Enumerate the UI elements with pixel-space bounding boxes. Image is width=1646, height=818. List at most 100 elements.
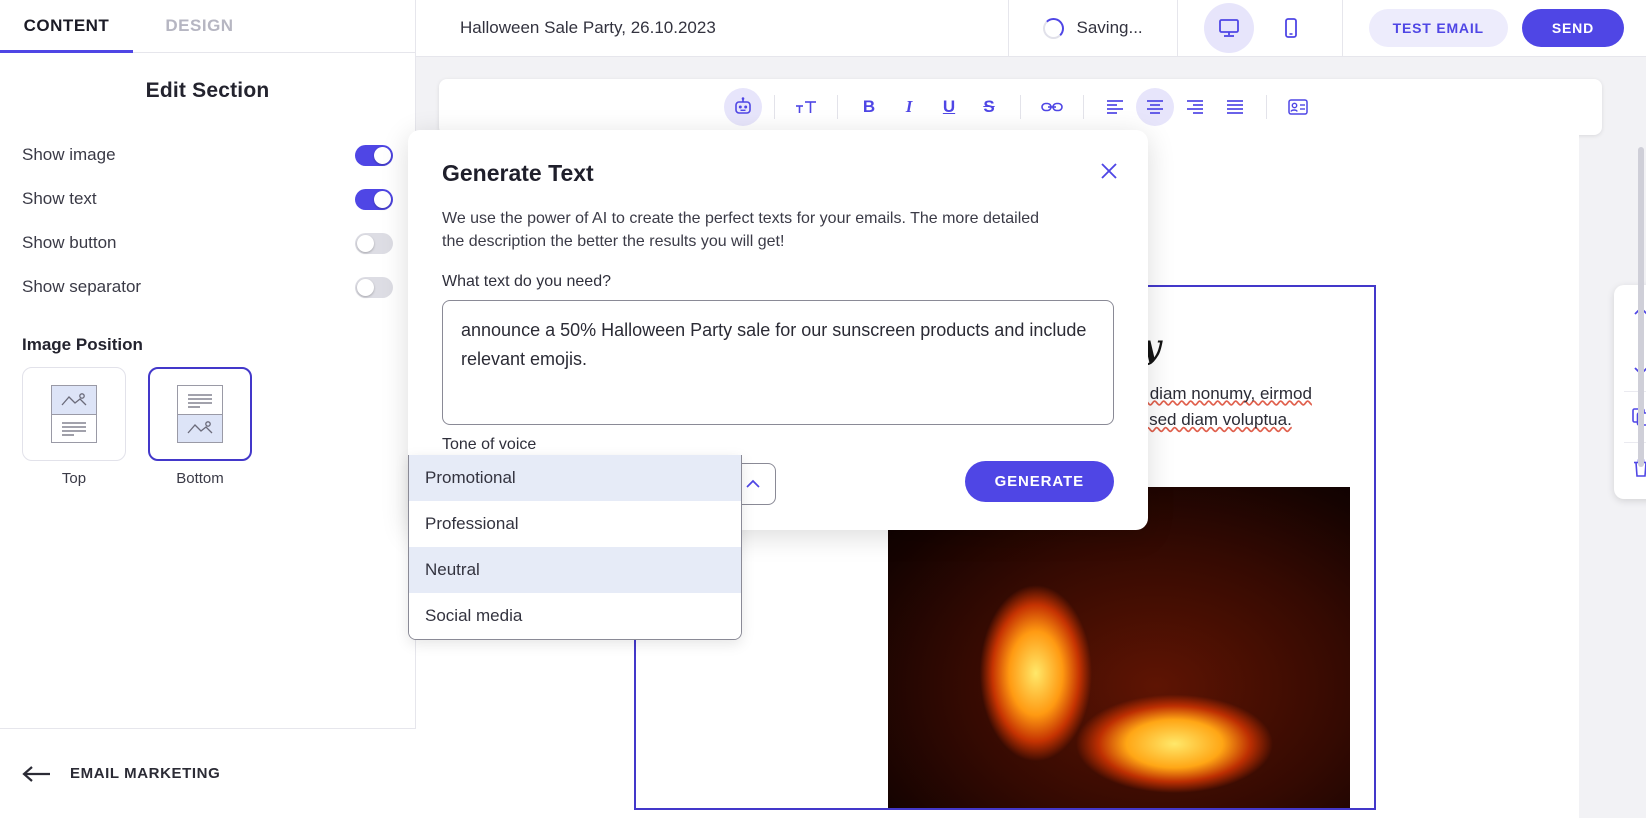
image-position-bottom-button[interactable] <box>148 367 252 461</box>
align-justify-button[interactable] <box>1216 88 1254 126</box>
toggle-row-show-image: Show image <box>22 133 393 177</box>
halloween-pumpkin-image[interactable] <box>888 487 1350 808</box>
subject-field[interactable]: Halloween Sale Party, 26.10.2023 <box>416 0 1008 56</box>
section-toggles: Show image Show text Show button Show se… <box>0 113 415 309</box>
toggle-label-show-text: Show text <box>22 189 97 208</box>
align-justify-icon <box>1227 100 1243 114</box>
image-position-title: Image Position <box>22 335 143 354</box>
align-right-icon <box>1187 100 1203 114</box>
image-position-top-button[interactable] <box>22 367 126 461</box>
align-left-icon <box>1107 100 1123 114</box>
link-icon <box>1041 102 1063 112</box>
tab-design[interactable]: DESIGN <box>133 0 266 52</box>
save-status-label: Saving... <box>1076 18 1143 37</box>
sidebar-tabs: CONTENT DESIGN <box>0 0 415 53</box>
strikethrough-button[interactable]: S <box>970 88 1008 126</box>
text-lines-icon <box>188 394 212 408</box>
image-position-option-top: Top <box>22 367 126 487</box>
save-status: Saving... <box>1009 17 1177 39</box>
toggle-label-show-image: Show image <box>22 145 116 164</box>
picture-icon <box>61 392 87 406</box>
toggle-show-separator[interactable] <box>355 276 393 298</box>
toggle-knob <box>357 278 374 296</box>
tone-of-voice-dropdown: Promotional Professional Neutral Social … <box>408 455 742 640</box>
layout-thumb-top-icon <box>51 385 97 443</box>
tab-design-label: DESIGN <box>165 16 234 35</box>
toggle-show-button[interactable] <box>355 232 393 254</box>
ai-robot-icon <box>735 97 751 114</box>
tone-option-neutral[interactable]: Neutral <box>409 547 741 593</box>
panel-title: Edit Section <box>145 79 270 102</box>
align-center-button[interactable] <box>1136 88 1174 126</box>
font-size-icon <box>796 101 816 113</box>
underline-icon: U <box>942 97 956 116</box>
italic-button[interactable]: I <box>890 88 928 126</box>
toggle-show-image[interactable] <box>355 144 393 166</box>
mobile-preview-button[interactable] <box>1266 3 1316 53</box>
divider <box>1020 95 1021 119</box>
device-preview-switch <box>1178 3 1342 53</box>
mobile-icon <box>1284 18 1297 38</box>
align-center-icon <box>1147 100 1163 114</box>
italic-icon: I <box>905 97 913 116</box>
topbar: Halloween Sale Party, 26.10.2023 Saving.… <box>416 0 1646 57</box>
divider <box>837 95 838 119</box>
text-format-toolbar: B I U S <box>439 79 1602 135</box>
insert-personalization-button[interactable] <box>1279 88 1317 126</box>
bold-button[interactable]: B <box>850 88 888 126</box>
divider <box>774 95 775 119</box>
underline-button[interactable]: U <box>930 88 968 126</box>
modal-title: Generate Text <box>442 160 594 186</box>
toggle-knob <box>374 190 391 208</box>
bold-icon: B <box>862 97 876 116</box>
desktop-preview-button[interactable] <box>1203 3 1254 53</box>
image-position-top-label: Top <box>61 470 87 487</box>
image-position-options: Top Bottom <box>0 367 415 487</box>
toggle-row-show-text: Show text <box>22 177 393 221</box>
send-button[interactable]: SEND <box>1521 9 1624 47</box>
text-lines-icon <box>62 422 86 436</box>
toggle-label-show-button: Show button <box>22 233 117 252</box>
align-left-button[interactable] <box>1096 88 1134 126</box>
link-button[interactable] <box>1033 88 1071 126</box>
image-position-bottom-label: Bottom <box>176 470 224 487</box>
toggle-label-show-separator: Show separator <box>22 277 142 296</box>
tab-content-label: CONTENT <box>23 16 110 35</box>
tab-content[interactable]: CONTENT <box>0 0 133 53</box>
prompt-label: What text do you need? <box>442 273 611 291</box>
strikethrough-icon: S <box>983 97 995 116</box>
chevron-up-icon <box>746 480 760 488</box>
test-email-button[interactable]: TEST EMAIL <box>1368 9 1508 47</box>
image-position-option-bottom: Bottom <box>148 367 252 487</box>
topbar-actions: TEST EMAIL SEND <box>1343 9 1646 47</box>
arrow-left-icon <box>22 765 50 782</box>
font-size-icon-button[interactable] <box>787 88 825 126</box>
layout-thumb-bottom-icon <box>177 385 223 443</box>
modal-close-button[interactable] <box>1096 158 1122 184</box>
vertical-scrollbar[interactable] <box>1638 147 1644 467</box>
align-right-button[interactable] <box>1176 88 1214 126</box>
modal-description: We use the power of AI to create the per… <box>442 210 1040 251</box>
app-root: CONTENT DESIGN Edit Section Show image S… <box>0 0 1646 818</box>
toggle-show-text[interactable] <box>355 188 393 210</box>
picture-icon <box>187 421 213 434</box>
tone-option-social-media[interactable]: Social media <box>409 593 741 639</box>
toggle-row-show-button: Show button <box>22 221 393 265</box>
desktop-icon <box>1218 19 1239 37</box>
close-icon <box>1101 163 1117 179</box>
toggle-knob <box>374 146 391 164</box>
insert-personalization-icon <box>1288 99 1308 115</box>
spinner-icon <box>1042 17 1064 39</box>
prompt-input[interactable] <box>442 300 1114 426</box>
tone-option-professional[interactable]: Professional <box>409 501 741 547</box>
divider <box>1083 95 1084 119</box>
email-marketing-back-button[interactable]: EMAIL MARKETING <box>0 728 416 818</box>
sidebar: CONTENT DESIGN Edit Section Show image S… <box>0 0 416 818</box>
divider <box>1266 95 1267 119</box>
subject-text: Halloween Sale Party, 26.10.2023 <box>460 18 716 37</box>
toggle-row-show-separator: Show separator <box>22 265 393 309</box>
tone-option-promotional[interactable]: Promotional <box>409 455 741 501</box>
ai-robot-icon-button[interactable] <box>724 88 762 126</box>
toggle-knob <box>357 234 374 252</box>
email-marketing-label: EMAIL MARKETING <box>70 765 221 782</box>
